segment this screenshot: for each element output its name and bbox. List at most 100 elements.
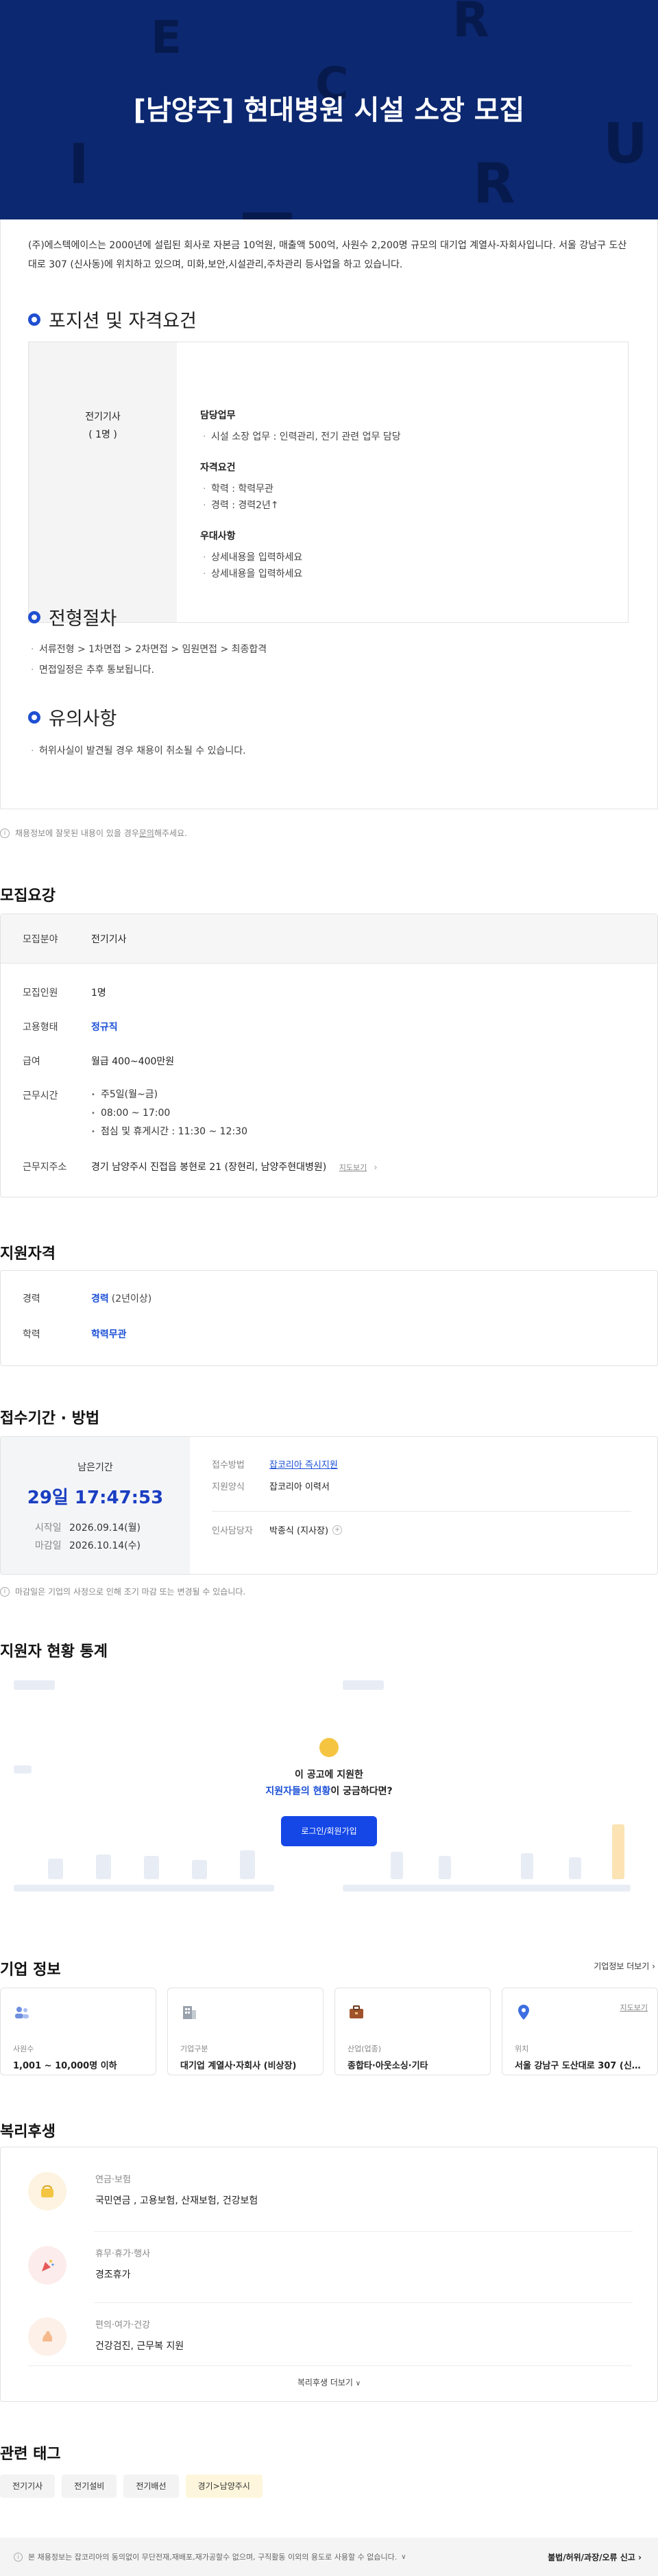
card-label: 산업(업종) xyxy=(348,2044,382,2053)
group-title: 담당업무 xyxy=(200,410,236,421)
blurred-bar xyxy=(612,1824,624,1879)
blurred-bar xyxy=(240,1850,255,1879)
blurred-bar xyxy=(439,1856,451,1879)
qualification-career: 경력 경력 (2년이상) xyxy=(23,1291,151,1305)
company-cards: 사원수 1,001 ~ 10,000명 이하 기업구분 대기업 계열사·자회사 … xyxy=(0,1988,658,2075)
company-more-text: 기업정보 더보기 xyxy=(594,1961,650,1971)
people-icon xyxy=(15,2007,29,2018)
welfare-value: 경조휴가 xyxy=(95,2269,131,2280)
row-label: 근무지주소 xyxy=(23,1162,67,1173)
tag-item[interactable]: 경기>남양주시 xyxy=(185,2474,263,2498)
overlay-line2-text: 이 궁금하다면? xyxy=(330,1786,393,1797)
tag-list: 전기기사 전기설비 전기배선 경기>남양주시 xyxy=(0,2474,263,2498)
overlay-line2: 지원자들의 현황이 궁금하다면? xyxy=(226,1783,432,1800)
welfare-item: 휴무·휴가·행사 경조휴가 xyxy=(28,2246,631,2285)
card-value: 대기업 계열사·자회사 (비상장) xyxy=(180,2061,297,2071)
position-box: 전기기사 ( 1명 ) 담당업무 시설 소장 업무 : 인력관리, 전기 관련 … xyxy=(28,342,629,623)
group-item: 시설 소장 업무 : 인력관리, 전기 관련 업무 담당 xyxy=(200,429,611,445)
login-button[interactable]: 로그인/회원가입 xyxy=(281,1816,377,1846)
edu-value: 학력무관 xyxy=(91,1329,127,1340)
divider xyxy=(212,1511,631,1512)
row-value: 정규직 xyxy=(91,1022,118,1033)
blurred-axis xyxy=(343,1885,631,1892)
remaining-time: 29일 17:47:53 xyxy=(27,1488,164,1508)
welfare-category: 편의·여가·건강 xyxy=(95,2320,151,2330)
deco-letter: I xyxy=(69,132,89,196)
card-value: 종합타·아웃소싱·기타 xyxy=(348,2061,428,2071)
welfare-item: 연금·보험 국민연금 , 고용보험, 산재보험, 건강보험 xyxy=(28,2172,631,2210)
company-more-link[interactable]: 기업정보 더보기 › xyxy=(594,1960,655,1972)
apply-link[interactable]: 잡코리아 즉시지원 xyxy=(269,1460,338,1470)
position-heading: 포지션 및 자격요건 xyxy=(28,306,197,333)
notice-list: 허위사실이 발견될 경우 채용이 취소될 수 있습니다. xyxy=(28,741,631,761)
deco-letter: R xyxy=(452,0,489,48)
summary-row: 고용형태 정규직 xyxy=(23,1020,118,1034)
deco-letter: — xyxy=(240,180,295,220)
welfare-more-text: 복리후생 더보기 xyxy=(297,2378,353,2387)
end-date: 마감일 2026.10.14(수) xyxy=(35,1538,141,1552)
process-list: 서류전형 > 1차면접 > 2차면접 > 임원면접 > 최종합격 면접일정은 추… xyxy=(28,639,631,680)
health-icon xyxy=(28,2317,66,2356)
row-label: 근무시간 xyxy=(23,1090,58,1101)
manager-label: 인사담당자 xyxy=(212,1526,253,1536)
hero-banner: E C R I U R — [남양주] 현대병원 시설 소장 모집 xyxy=(0,0,658,219)
career-value: 경력 xyxy=(91,1293,109,1304)
edit-note-text: 채용정보에 잘못된 내용이 있을 경우 xyxy=(15,828,139,838)
card-label: 사원수 xyxy=(13,2044,34,2053)
row-label: 고용형태 xyxy=(23,1022,58,1033)
card-label: 위치 xyxy=(515,2044,529,2053)
manager-row: 인사담당자 박종식 (지사장) + xyxy=(212,1523,343,1536)
ring-bullet-icon xyxy=(28,711,40,724)
method-label: 접수방법 xyxy=(212,1460,245,1470)
tag-item[interactable]: 전기기사 xyxy=(0,2474,56,2498)
notice-heading: 유의사항 xyxy=(28,704,117,730)
group-title: 자격요건 xyxy=(200,462,236,473)
qualification-box: 경력 경력 (2년이상) 학력 학력무관 xyxy=(0,1270,658,1366)
period-heading: 접수기간 · 방법 xyxy=(0,1410,100,1427)
position-name: 전기기사 xyxy=(85,412,121,422)
map-link[interactable]: 지도보기 xyxy=(339,1163,367,1172)
process-heading-text: 전형절차 xyxy=(49,608,117,630)
qualification-heading: 지원자격 xyxy=(0,1245,56,1263)
overlay-line1: 이 공고에 지원한 xyxy=(295,1769,363,1780)
summary-address: 근무지주소 경기 남양주시 진접읍 봉현로 21 (장현리, 남양주현대병원) 지… xyxy=(23,1160,377,1173)
info-icon: i xyxy=(0,828,10,838)
blurred-bar xyxy=(96,1855,111,1879)
card-value: 1,001 ~ 10,000명 이하 xyxy=(13,2061,117,2071)
welfare-more-button[interactable]: 복리후생 더보기 ∨ xyxy=(1,2376,657,2388)
duties-group: 담당업무 시설 소장 업무 : 인력관리, 전기 관련 업무 담당 xyxy=(200,408,611,445)
summary-row: 급여 월급 400~400만원 xyxy=(23,1054,174,1068)
card-label: 기업구분 xyxy=(180,2044,208,2053)
end-value: 2026.10.14(수) xyxy=(69,1540,141,1551)
report-link[interactable]: 불법/허위/과장/오류 신고 › xyxy=(548,2551,642,2563)
form-label: 지원양식 xyxy=(212,1482,245,1492)
map-link[interactable]: 지도보기 xyxy=(620,2002,648,2013)
blurred-bar xyxy=(192,1860,207,1879)
start-value: 2026.09.14(월) xyxy=(69,1523,141,1534)
position-name-cell: 전기기사 ( 1명 ) xyxy=(29,342,177,622)
blurred-bar xyxy=(521,1853,533,1879)
inquiry-link[interactable]: 문의 xyxy=(139,827,154,839)
summary-box: 모집분야 전기기사 모집인원 1명 고용형태 정규직 급여 월급 400~400만원 근… xyxy=(0,914,658,1197)
requirements-group: 자격요건 학력 : 학력무관 경력 : 경력2년↑ xyxy=(200,460,611,514)
company-heading: 기업 정보 xyxy=(0,1961,61,1979)
welfare-text: 휴무·휴가·행사 경조휴가 xyxy=(95,2246,150,2285)
remaining-label: 남은기간 xyxy=(77,1462,113,1473)
row-label: 경력 xyxy=(23,1293,40,1304)
login-overlay: 이 공고에 지원한 지원자들의 현황이 궁금하다면? 로그인/회원가입 xyxy=(226,1738,432,1846)
summary-field: 모집분야 전기기사 xyxy=(23,932,127,946)
tag-item[interactable]: 전기배선 xyxy=(123,2474,179,2498)
divider xyxy=(94,2231,633,2232)
process-heading: 전형절차 xyxy=(28,604,117,630)
start-date: 시작일 2026.09.14(월) xyxy=(35,1520,141,1534)
info-icon[interactable]: + xyxy=(332,1525,343,1535)
group-item: 경력 : 경력2년↑ xyxy=(200,497,611,514)
tag-item[interactable]: 전기설비 xyxy=(62,2474,117,2498)
row-label: 학력 xyxy=(23,1329,40,1340)
deadline-note: i 마감일은 기업의 사정으로 인해 조기 마감 또는 변경될 수 있습니다. xyxy=(0,1586,245,1597)
position-count: ( 1명 ) xyxy=(88,429,117,440)
chevron-down-icon[interactable]: ∨ xyxy=(401,2553,406,2561)
party-icon-glyph xyxy=(42,2260,54,2271)
method-row: 접수방법 잡코리아 즉시지원 xyxy=(212,1457,338,1470)
end-label: 마감일 xyxy=(35,1540,62,1551)
